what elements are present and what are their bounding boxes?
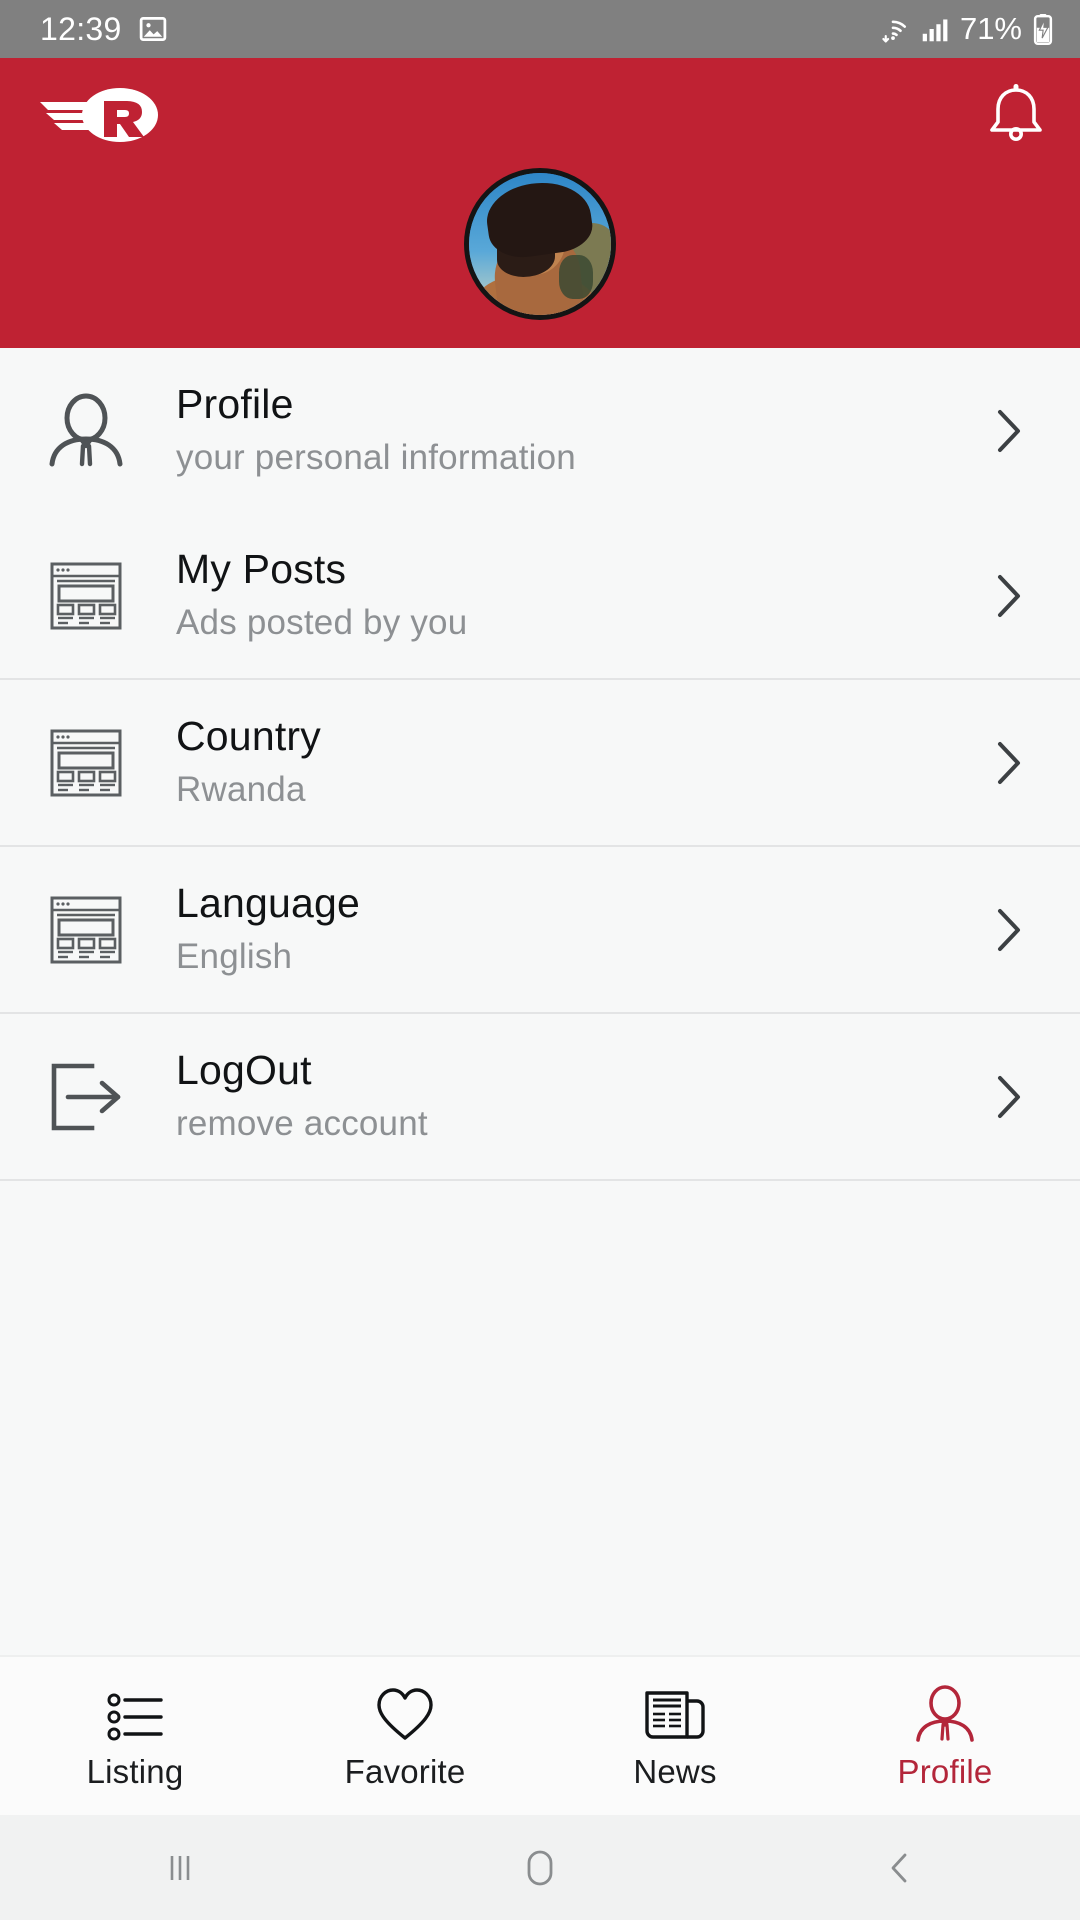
signal-icon [920, 14, 950, 44]
tab-profile[interactable]: Profile [810, 1681, 1080, 1791]
bottom-navigation: Listing Favorite News Profile [0, 1655, 1080, 1815]
list-item-title: Language [176, 879, 361, 926]
list-item-text: My Posts Ads posted by you [138, 545, 974, 647]
list-icon [105, 1681, 165, 1743]
tab-listing[interactable]: Listing [0, 1681, 270, 1791]
list-item-text: Profile your personal information [138, 380, 974, 482]
person-icon [913, 1681, 977, 1743]
list-item-text: LogOut remove account [138, 1046, 974, 1148]
list-item-title: Profile [176, 380, 294, 427]
list-item-title: LogOut [176, 1046, 312, 1093]
list-item-subtitle: English [176, 937, 293, 977]
recents-icon[interactable] [110, 1815, 250, 1920]
tab-favorite[interactable]: Favorite [270, 1681, 540, 1791]
chevron-right-icon[interactable] [974, 407, 1044, 455]
list-item-subtitle: Rwanda [176, 770, 306, 810]
avatar-photo [469, 173, 611, 315]
user-avatar[interactable] [464, 168, 616, 320]
list-item-subtitle: Ads posted by you [176, 603, 468, 643]
tab-label: Listing [86, 1753, 184, 1790]
phone-screen: 12:39 71% Profile your personal informat… [0, 0, 1080, 1920]
battery-percent-label: 71% [959, 11, 1022, 46]
list-item-title: Country [176, 712, 321, 759]
chevron-right-icon[interactable] [974, 1073, 1044, 1121]
list-item-text: Country Rwanda [138, 712, 974, 814]
wifi-icon [876, 14, 910, 44]
tab-news[interactable]: News [540, 1681, 810, 1791]
webpage-icon [34, 723, 138, 803]
app-header [0, 58, 1080, 348]
chevron-right-icon[interactable] [974, 572, 1044, 620]
settings-list: Profile your personal information My Pos… [0, 348, 1080, 1181]
list-item-text: Language English [138, 879, 974, 981]
system-navigation-bar [0, 1815, 1080, 1920]
tab-label: Favorite [344, 1753, 466, 1790]
list-item-language[interactable]: Language English [0, 847, 1080, 1012]
home-icon[interactable] [470, 1815, 610, 1920]
chevron-right-icon[interactable] [974, 906, 1044, 954]
status-bar-right: 71% [876, 11, 1054, 47]
list-item-profile[interactable]: Profile your personal information [0, 348, 1080, 513]
battery-charging-icon [1032, 13, 1054, 45]
bell-icon[interactable] [984, 80, 1048, 148]
list-item-country[interactable]: Country Rwanda [0, 680, 1080, 845]
heart-icon [375, 1681, 435, 1743]
tab-label: Profile [897, 1753, 993, 1790]
tab-label: News [633, 1753, 717, 1790]
logout-icon [34, 1058, 138, 1136]
list-item-subtitle: your personal information [176, 438, 576, 478]
webpage-icon [34, 890, 138, 970]
person-icon [34, 392, 138, 470]
back-icon[interactable] [830, 1815, 970, 1920]
image-icon [138, 14, 168, 44]
status-bar: 12:39 71% [0, 0, 1080, 58]
newspaper-icon [643, 1681, 707, 1743]
chevron-right-icon[interactable] [974, 739, 1044, 787]
content-spacer [0, 1181, 1080, 1655]
status-bar-clock: 12:39 [40, 10, 122, 47]
winged-r-logo [34, 84, 162, 146]
list-item-logout[interactable]: LogOut remove account [0, 1014, 1080, 1179]
list-item-subtitle: remove account [176, 1104, 428, 1144]
list-item-title: My Posts [176, 545, 347, 592]
webpage-icon [34, 556, 138, 636]
status-bar-left: 12:39 [40, 11, 168, 48]
list-item-my-posts[interactable]: My Posts Ads posted by you [0, 513, 1080, 678]
